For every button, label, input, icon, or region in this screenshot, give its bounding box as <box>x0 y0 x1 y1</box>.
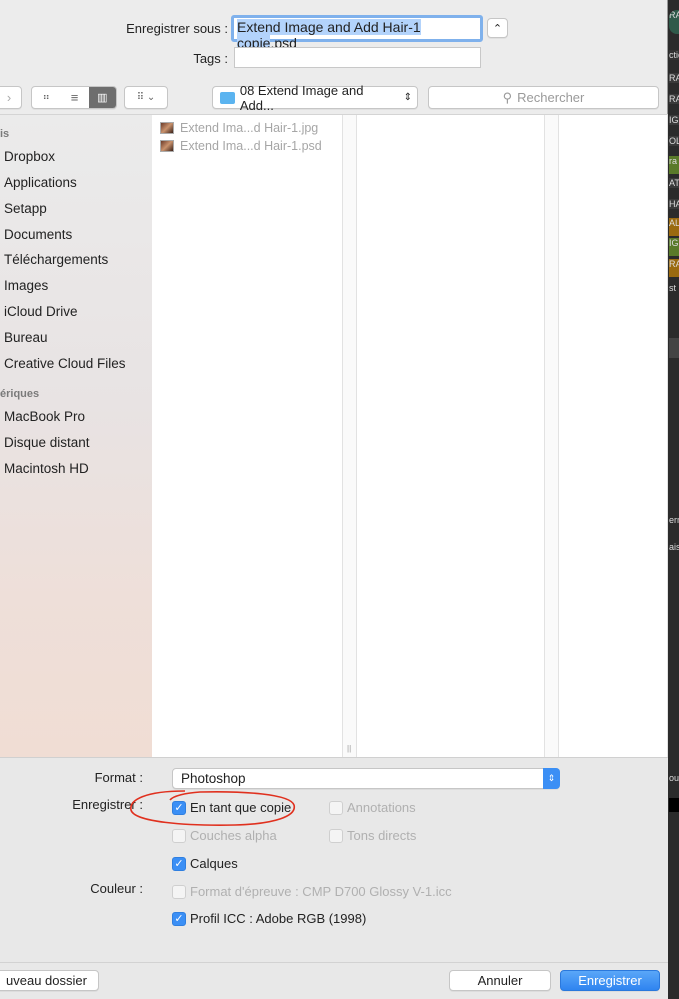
column-resize-handle[interactable]: || <box>343 115 357 757</box>
checkmark-icon: ✓ <box>172 911 186 926</box>
new-folder-button[interactable]: uveau dossier <box>0 970 99 991</box>
checkbox-label: Annotations <box>347 800 416 815</box>
bg-fragment <box>669 798 679 812</box>
file-name: Extend Ima...d Hair-1.psd <box>180 139 322 153</box>
bg-fragment: RA <box>669 94 679 104</box>
image-thumbnail-icon <box>160 122 174 134</box>
checkbox-spot-colors[interactable]: Tons directs <box>329 828 416 843</box>
options-panel: Format : Photoshop ⇕ Enregistrer : Coule… <box>0 757 668 999</box>
sidebar-item-downloads[interactable]: Téléchargements <box>4 252 108 267</box>
color-label: Couleur : <box>90 881 143 896</box>
view-mode-group: ⠶ ≡ ▥ <box>31 86 117 109</box>
icon-view-icon[interactable]: ⠶ <box>32 92 60 103</box>
tags-label: Tags : <box>193 51 228 66</box>
file-item[interactable]: Extend Ima...d Hair-1.psd <box>160 139 322 153</box>
file-column <box>152 115 343 757</box>
sidebar-item-desktop[interactable]: Bureau <box>4 330 48 345</box>
grid-icon: ⠿ ⌄ <box>136 92 156 103</box>
sidebar-item-creative-cloud[interactable]: Creative Cloud Files <box>4 356 126 371</box>
bg-fragment <box>669 338 679 358</box>
sidebar-item-applications[interactable]: Applications <box>4 175 77 190</box>
filename-input[interactable]: Extend Image and Add Hair-1 copie.psd <box>231 15 483 51</box>
devices-header: ériques <box>0 388 40 400</box>
tags-input[interactable] <box>234 47 481 68</box>
checkbox-icc-profile[interactable]: ✓ Profil ICC : Adobe RGB (1998) <box>172 911 366 926</box>
checkbox-layers[interactable]: ✓ Calques <box>172 856 238 871</box>
cancel-button[interactable]: Annuler <box>449 970 551 991</box>
column-divider <box>545 115 559 757</box>
sidebar: is Dropbox Applications Setapp Documents… <box>0 115 152 757</box>
bg-fragment: ra <box>669 156 679 174</box>
checkbox-label: Format d'épreuve : CMP D700 Glossy V-1.i… <box>190 884 452 899</box>
checkbox-box <box>329 828 343 843</box>
location-popup[interactable]: 08 Extend Image and Add... ⇕ <box>212 83 418 113</box>
bg-fragment: AL <box>669 218 679 236</box>
updown-chevron-icon: ⇕ <box>403 92 412 103</box>
divider <box>0 962 668 963</box>
checkbox-alpha-channels[interactable]: Couches alpha <box>172 828 277 843</box>
checkbox-box <box>172 884 186 899</box>
checkbox-annotations[interactable]: Annotations <box>329 800 416 815</box>
folder-icon <box>220 91 235 104</box>
bg-fragment: ctio <box>669 50 679 60</box>
save-as-label: Enregistrer sous : <box>126 21 228 36</box>
search-field[interactable]: ⚲ Rechercher <box>428 86 659 109</box>
sidebar-item-dropbox[interactable]: Dropbox <box>4 149 55 164</box>
group-button[interactable]: ⠿ ⌄ <box>124 86 168 109</box>
save-button[interactable]: Enregistrer <box>560 970 660 991</box>
checkmark-icon: ✓ <box>172 856 186 871</box>
search-icon: ⚲ <box>502 89 513 105</box>
bg-fragment: AT <box>669 178 679 188</box>
checkbox-label: Couches alpha <box>190 828 277 843</box>
bg-fragment: oul <box>669 773 679 783</box>
sidebar-item-images[interactable]: Images <box>4 278 48 293</box>
sidebar-item-setapp[interactable]: Setapp <box>4 201 47 216</box>
sidebar-item-macintosh-hd[interactable]: Macintosh HD <box>4 461 89 476</box>
checkbox-box <box>329 800 343 815</box>
bg-fragment: st <box>669 283 677 293</box>
file-name: Extend Ima...d Hair-1.jpg <box>180 121 319 135</box>
bg-fragment: ern <box>669 515 679 525</box>
new-folder-label: uveau dossier <box>6 973 87 988</box>
bg-fragment: RA <box>669 10 679 34</box>
checkbox-proof-setup[interactable]: Format d'épreuve : CMP D700 Glossy V-1.i… <box>172 884 452 899</box>
bg-fragment: HA <box>669 199 679 209</box>
location-label: 08 Extend Image and Add... <box>239 82 364 113</box>
favorites-header: is <box>0 128 10 140</box>
format-label: Format : <box>94 770 143 785</box>
sidebar-item-documents[interactable]: Documents <box>4 227 72 242</box>
column-view-icon[interactable]: ▥ <box>88 87 116 108</box>
sidebar-item-icloud-drive[interactable]: iCloud Drive <box>4 304 78 319</box>
red-annotation-circle <box>130 790 295 826</box>
forward-button[interactable]: › <box>0 86 22 109</box>
search-placeholder: Rechercher <box>517 90 585 105</box>
checkbox-box <box>172 828 186 843</box>
empty-column <box>357 115 545 757</box>
updown-chevron-icon: ⇕ <box>543 768 560 789</box>
checkbox-label: Tons directs <box>347 828 417 843</box>
bg-fragment: ais <box>669 542 679 552</box>
format-value: Photoshop <box>181 771 246 786</box>
image-thumbnail-icon <box>160 140 174 152</box>
chevron-up-icon: ⌃ <box>492 22 503 35</box>
bg-fragment: OL <box>669 136 679 146</box>
file-item[interactable]: Extend Ima...d Hair-1.jpg <box>160 121 318 135</box>
checkbox-label: Profil ICC : Adobe RGB (1998) <box>190 911 367 926</box>
save-dialog: Enregistrer sous : Extend Image and Add … <box>0 0 668 999</box>
empty-column <box>559 115 668 757</box>
collapse-toggle-button[interactable]: ⌃ <box>487 18 508 38</box>
save-label: Enregistrer <box>578 973 642 988</box>
checkbox-label: Calques <box>190 856 238 871</box>
chevron-right-icon: › <box>6 90 12 105</box>
sidebar-item-remote-disc[interactable]: Disque distant <box>4 435 90 450</box>
list-view-icon[interactable]: ≡ <box>60 90 88 105</box>
bg-fragment: RA <box>669 73 679 83</box>
sidebar-item-macbook-pro[interactable]: MacBook Pro <box>4 409 85 424</box>
bg-fragment: RA <box>669 259 679 277</box>
bg-fragment: IG <box>669 238 679 256</box>
cancel-label: Annuler <box>477 973 523 988</box>
bg-fragment: IG <box>669 115 679 125</box>
